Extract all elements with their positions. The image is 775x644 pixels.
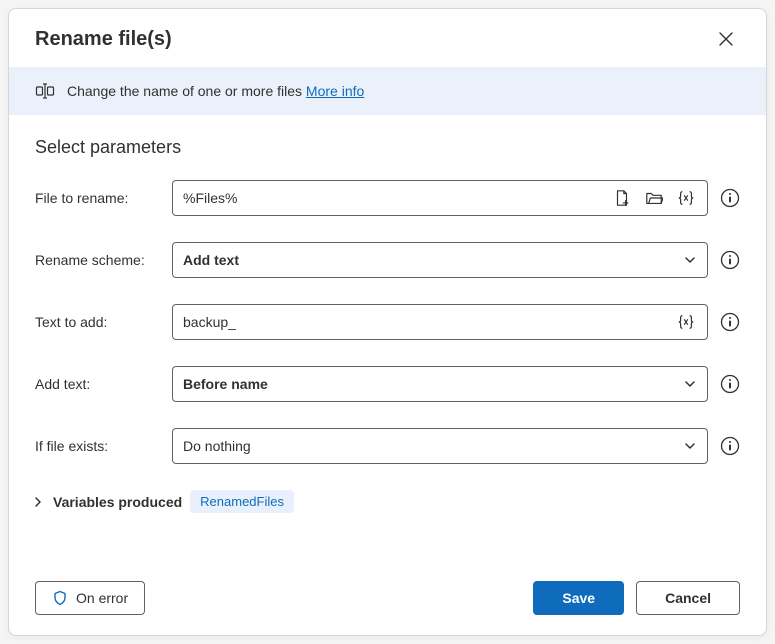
chevron-right-icon: [31, 495, 45, 509]
if-file-exists-select[interactable]: Do nothing: [172, 428, 708, 464]
chevron-down-icon: [683, 439, 697, 453]
variables-produced-row[interactable]: Variables produced RenamedFiles: [31, 490, 740, 513]
field-label: If file exists:: [35, 438, 160, 454]
dialog-header: Rename file(s): [9, 9, 766, 67]
chevron-down-icon: [683, 377, 697, 391]
variable-icon: [677, 313, 695, 331]
close-icon: [718, 31, 734, 47]
add-text-select[interactable]: Before name: [172, 366, 708, 402]
browse-folder-button[interactable]: [643, 187, 665, 209]
dialog-body: Select parameters File to rename:: [9, 115, 766, 565]
help-button[interactable]: [720, 374, 740, 394]
help-button[interactable]: [720, 436, 740, 456]
section-title: Select parameters: [35, 137, 740, 158]
select-file-button[interactable]: [611, 187, 633, 209]
rename-scheme-select[interactable]: Add text: [172, 242, 708, 278]
field-label: Add text:: [35, 376, 160, 392]
variables-label: Variables produced: [53, 494, 182, 510]
field-if-file-exists: If file exists: Do nothing: [35, 428, 740, 464]
field-file-to-rename: File to rename:: [35, 180, 740, 216]
info-bar: Change the name of one or more files Mor…: [9, 67, 766, 115]
help-button[interactable]: [720, 188, 740, 208]
if-file-exists-value: Do nothing: [183, 438, 675, 454]
text-to-add-value[interactable]: [183, 314, 667, 330]
on-error-label: On error: [76, 590, 128, 606]
dialog-footer: On error Save Cancel: [9, 565, 766, 635]
on-error-button[interactable]: On error: [35, 581, 145, 615]
field-label: Text to add:: [35, 314, 160, 330]
file-icon: [613, 189, 631, 207]
file-to-rename-value[interactable]: [183, 190, 603, 206]
shield-icon: [52, 590, 68, 606]
field-add-text: Add text: Before name: [35, 366, 740, 402]
info-text: Change the name of one or more files Mor…: [67, 83, 364, 99]
rename-action-icon: [35, 81, 55, 101]
cancel-button[interactable]: Cancel: [636, 581, 740, 615]
text-to-add-input[interactable]: [172, 304, 708, 340]
field-label: File to rename:: [35, 190, 160, 206]
help-button[interactable]: [720, 312, 740, 332]
more-info-link[interactable]: More info: [306, 83, 364, 99]
variable-picker-button[interactable]: [675, 311, 697, 333]
folder-icon: [645, 189, 663, 207]
rename-scheme-value: Add text: [183, 252, 675, 268]
rename-files-dialog: Rename file(s) Change the name of one or…: [8, 8, 767, 636]
field-label: Rename scheme:: [35, 252, 160, 268]
variable-badge[interactable]: RenamedFiles: [190, 490, 294, 513]
add-text-value: Before name: [183, 376, 675, 392]
field-text-to-add: Text to add:: [35, 304, 740, 340]
save-button[interactable]: Save: [533, 581, 624, 615]
variable-icon: [677, 189, 695, 207]
dialog-title: Rename file(s): [35, 28, 172, 51]
close-button[interactable]: [712, 25, 740, 53]
variable-picker-button[interactable]: [675, 187, 697, 209]
field-rename-scheme: Rename scheme: Add text: [35, 242, 740, 278]
chevron-down-icon: [683, 253, 697, 267]
file-to-rename-input[interactable]: [172, 180, 708, 216]
help-button[interactable]: [720, 250, 740, 270]
